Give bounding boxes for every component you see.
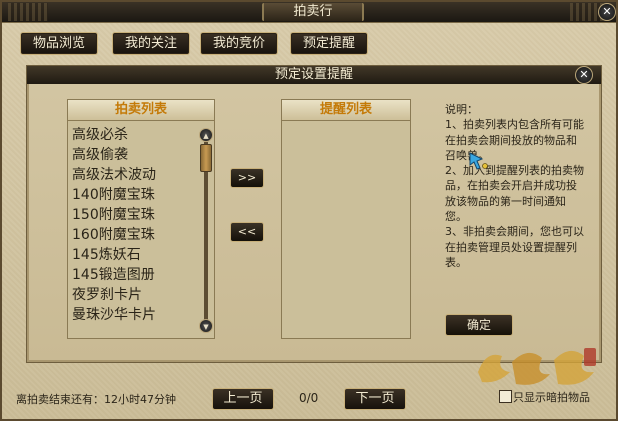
dialog-close-icon[interactable]: ✕ xyxy=(575,66,593,84)
game-logo xyxy=(478,348,596,385)
reminder-settings-dialog: 预定设置提醒 ✕ 拍卖列表 高级必杀 高级偷袭 高级法术波动 140附魔宝珠 1… xyxy=(26,65,602,363)
dialog-titlebar: 预定设置提醒 ✕ xyxy=(27,66,601,84)
auction-list-item[interactable]: 160附魔宝珠 xyxy=(72,225,214,245)
remove-from-reminder-button[interactable]: << xyxy=(230,222,264,242)
tab-my-watchlist[interactable]: 我的关注 xyxy=(112,32,190,55)
description-line: 2、加入到提醒列表的拍卖物品，在拍卖会开启并成功投放该物品的第一时间通知您。 xyxy=(445,164,584,224)
auction-list-items: 高级必杀 高级偷袭 高级法术波动 140附魔宝珠 150附魔宝珠 160附魔宝珠… xyxy=(68,121,214,325)
auction-list-item[interactable]: 高级必杀 xyxy=(72,125,214,145)
reminder-list-panel: 提醒列表 xyxy=(281,99,411,339)
scroll-up-icon[interactable]: ▲ xyxy=(199,128,213,142)
reminder-list-header: 提醒列表 xyxy=(282,100,410,121)
description-line: 1、拍卖列表内包含所有可能在拍卖会期间投放的物品和召唤兽。 xyxy=(445,118,584,162)
auction-list-scrollbar[interactable]: ▲ ▼ xyxy=(199,128,213,333)
tab-reminder-settings[interactable]: 预定提醒 xyxy=(290,32,368,55)
tab-my-bids[interactable]: 我的竞价 xyxy=(200,32,278,55)
auction-list-item[interactable]: 高级偷袭 xyxy=(72,145,214,165)
auction-window: 拍卖行 ✕ 物品浏览 我的关注 我的竞价 预定提醒 预定设置提醒 ✕ 拍卖列表 … xyxy=(0,0,618,421)
auction-list-header: 拍卖列表 xyxy=(68,100,214,121)
window-close-icon[interactable]: ✕ xyxy=(598,3,616,21)
titlebar-decoration-left xyxy=(8,3,48,21)
page-indicator: 0/0 xyxy=(299,391,319,405)
next-page-button[interactable]: 下一页 xyxy=(344,388,406,410)
scrollbar-thumb[interactable] xyxy=(200,144,212,172)
dialog-title: 预定设置提醒 xyxy=(274,67,353,82)
auction-list-item[interactable]: 夜罗刹卡片 xyxy=(72,285,214,305)
auction-list-item[interactable]: 高级法术波动 xyxy=(72,165,214,185)
cursor-icon xyxy=(469,152,488,170)
window-titlebar: 拍卖行 ✕ xyxy=(2,2,616,23)
auction-list-item[interactable]: 140附魔宝珠 xyxy=(72,185,214,205)
description-line: 3、非拍卖会期间，您也可以在拍卖管理员处设置提醒列表。 xyxy=(445,225,584,269)
auction-list-item[interactable]: 曼珠沙华卡片 xyxy=(72,305,214,325)
auction-remaining-time: 离拍卖结束还有：12小时47分钟 xyxy=(16,393,176,406)
add-to-reminder-button[interactable]: >> xyxy=(230,168,264,188)
description-title: 说明： xyxy=(445,103,478,116)
tab-item-browse[interactable]: 物品浏览 xyxy=(20,32,98,55)
description-panel: 说明： 1、拍卖列表内包含所有可能在拍卖会期间投放的物品和召唤兽。 2、加入到提… xyxy=(445,102,585,270)
window-title: 拍卖行 xyxy=(262,3,364,21)
auction-list-panel: 拍卖列表 高级必杀 高级偷袭 高级法术波动 140附魔宝珠 150附魔宝珠 16… xyxy=(67,99,215,339)
scroll-down-icon[interactable]: ▼ xyxy=(199,319,213,333)
prev-page-button[interactable]: 上一页 xyxy=(212,388,274,410)
auction-list-item[interactable]: 145锻造图册 xyxy=(72,265,214,285)
auction-list-item[interactable]: 150附魔宝珠 xyxy=(72,205,214,225)
auction-list-item[interactable]: 145炼妖石 xyxy=(72,245,214,265)
